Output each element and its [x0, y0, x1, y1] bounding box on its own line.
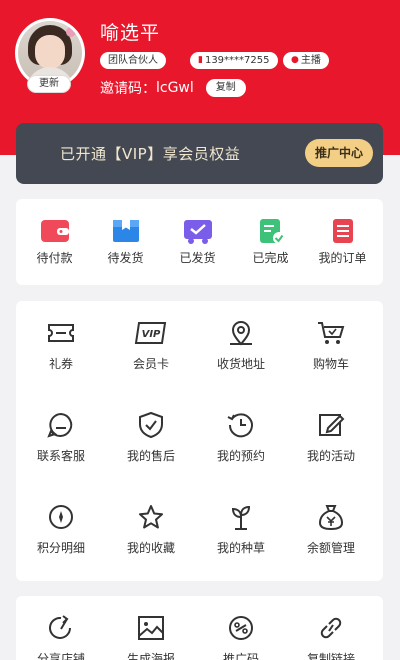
team-partner-badge: 团队合伙人	[100, 52, 166, 69]
sprout-icon	[231, 505, 251, 530]
phone-icon: ▮	[198, 55, 203, 65]
cart-icon	[318, 322, 345, 344]
edit-icon	[319, 414, 345, 436]
role-label: 主播	[300, 55, 321, 66]
tools-card: 分享店铺 生成海报 推广码 复制链接	[16, 596, 383, 660]
tool-copy-link[interactable]: 复制链接	[286, 614, 376, 660]
money-bag-icon	[318, 505, 344, 531]
order-label: 已发货	[179, 251, 216, 265]
order-label: 待付款	[36, 251, 73, 265]
tool-label: 复制链接	[306, 652, 355, 660]
order-label: 已完成	[252, 251, 289, 265]
service-label: 会员卡	[132, 357, 169, 371]
tool-generate-poster[interactable]: 生成海报	[106, 614, 196, 660]
service-after-sales[interactable]: 我的售后	[106, 411, 196, 464]
order-completed[interactable]: 已完成	[234, 217, 307, 266]
invite-code: lcGwl	[156, 80, 194, 96]
link-icon	[320, 617, 342, 639]
chat-icon	[47, 412, 73, 438]
service-address[interactable]: 收货地址	[196, 319, 286, 372]
my-orders[interactable]: 我的订单	[306, 217, 379, 266]
phone-number: 139****7255	[204, 55, 270, 66]
tool-label: 分享店铺	[36, 652, 85, 660]
service-cart[interactable]: 购物车	[286, 319, 376, 372]
update-avatar-button[interactable]: 更新	[28, 76, 70, 92]
copy-invite-button[interactable]: 复制	[205, 79, 246, 97]
wallet-icon	[40, 220, 69, 242]
image-icon	[138, 616, 164, 640]
services-card: 礼券 VIP 会员卡 收货地址 购物车 联系客服 我的售后 我的预约 我的活动 …	[16, 301, 383, 581]
team-partner-label: 团队合伙人	[108, 55, 158, 66]
service-label: 我的收藏	[126, 541, 175, 555]
service-balance[interactable]: 余额管理	[286, 503, 376, 556]
location-pin-icon	[230, 321, 252, 346]
service-label: 余额管理	[306, 541, 355, 555]
service-label: 我的种草	[216, 541, 265, 555]
coupon-icon	[48, 324, 74, 342]
order-list-icon	[332, 219, 353, 243]
service-vip-card[interactable]: VIP 会员卡	[106, 319, 196, 372]
order-pending-shipment[interactable]: 待发货	[89, 217, 162, 266]
order-label: 我的订单	[318, 251, 367, 265]
service-label: 积分明细	[36, 541, 85, 555]
service-favorites[interactable]: 我的收藏	[106, 503, 196, 556]
person-icon: ●	[291, 55, 299, 65]
order-shipped[interactable]: 已发货	[161, 217, 234, 266]
svg-text:VIP: VIP	[142, 329, 161, 340]
role-badge: ● 主播	[283, 52, 329, 69]
share-icon	[49, 615, 71, 639]
vip-card-icon: VIP	[134, 322, 167, 344]
vip-banner[interactable]: 已开通【VIP】享会员权益 推广中心	[16, 123, 383, 184]
service-customer-support[interactable]: 联系客服	[16, 411, 106, 464]
username: 喻选平	[100, 22, 161, 44]
tool-label: 推广码	[222, 652, 259, 660]
clock-icon	[227, 413, 253, 438]
service-label: 我的预约	[216, 449, 265, 463]
points-icon	[49, 505, 73, 529]
service-grass[interactable]: 我的种草	[196, 503, 286, 556]
service-appointment[interactable]: 我的预约	[196, 411, 286, 464]
promo-center-button[interactable]: 推广中心	[305, 139, 373, 167]
service-label: 礼券	[48, 357, 73, 371]
invite-label: 邀请码：	[100, 81, 156, 97]
package-icon	[112, 220, 139, 242]
service-activity[interactable]: 我的活动	[286, 411, 376, 464]
service-label: 购物车	[312, 357, 349, 371]
order-label: 待发货	[107, 251, 144, 265]
tool-promo-code[interactable]: 推广码	[196, 614, 286, 660]
service-label: 我的售后	[126, 449, 175, 463]
promo-code-icon	[229, 616, 253, 640]
service-coupon[interactable]: 礼券	[16, 319, 106, 372]
invite-code-row: 邀请码： lcGwl 复制	[100, 78, 246, 98]
service-label: 收货地址	[216, 357, 265, 371]
tool-share-store[interactable]: 分享店铺	[16, 614, 106, 660]
check-doc-icon	[259, 219, 285, 244]
tool-label: 生成海报	[126, 652, 175, 660]
order-pending-payment[interactable]: 待付款	[18, 217, 91, 266]
service-points[interactable]: 积分明细	[16, 503, 106, 556]
phone-badge: ▮ 139****7255	[190, 52, 278, 69]
order-status-card: 待付款 待发货 已发货 已完成 我的订单	[16, 199, 383, 285]
vip-status-text: 已开通【VIP】享会员权益	[60, 145, 241, 163]
service-label: 联系客服	[36, 449, 85, 463]
shield-icon	[139, 411, 163, 439]
star-icon	[139, 505, 163, 529]
truck-icon	[183, 220, 212, 244]
service-label: 我的活动	[306, 449, 355, 463]
